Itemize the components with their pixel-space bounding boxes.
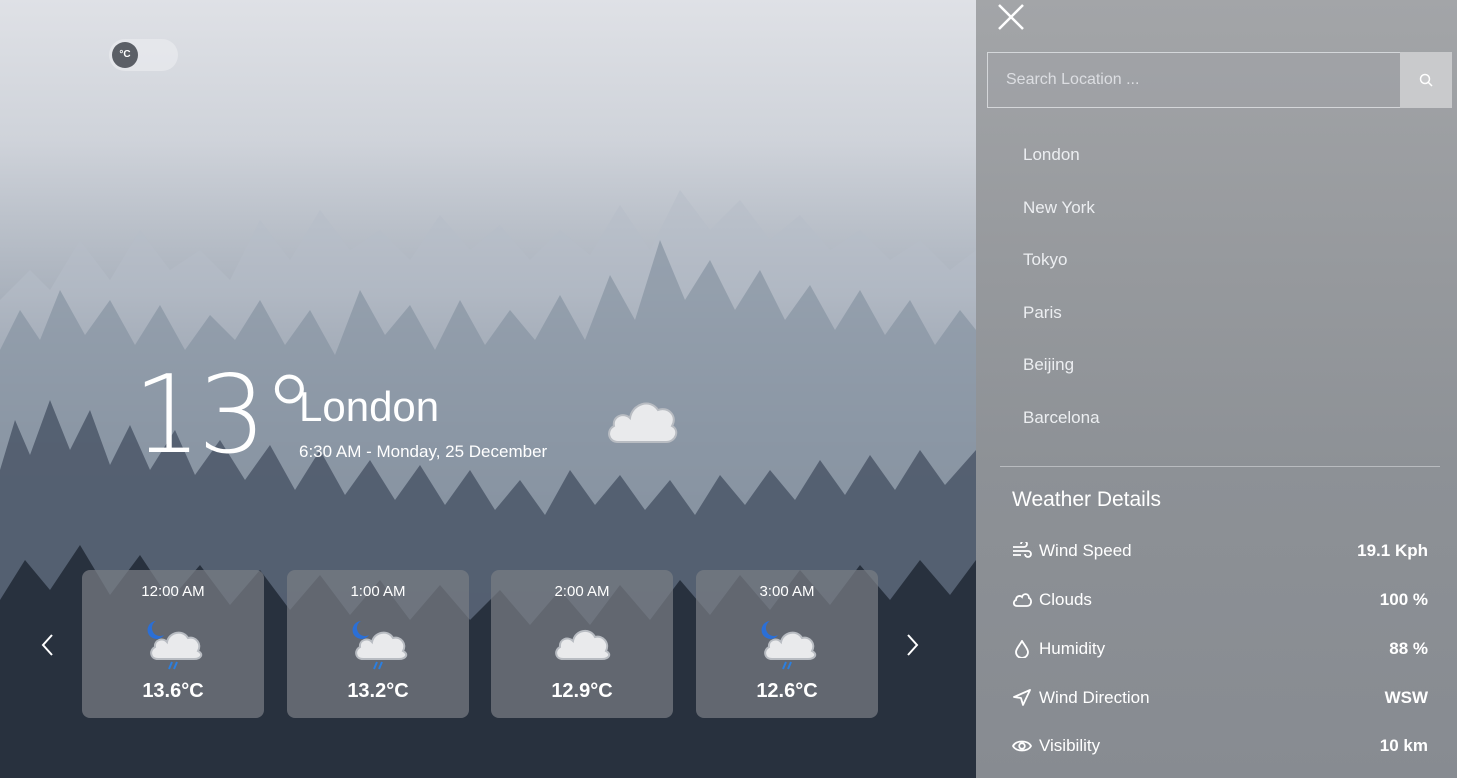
- panel-divider: [1000, 466, 1440, 467]
- search-input[interactable]: [987, 52, 1400, 108]
- weather-details-title: Weather Details: [1012, 488, 1162, 511]
- cloud-outline-icon: [1012, 591, 1032, 614]
- detail-value: 19.1 Kph: [1357, 541, 1428, 560]
- search-icon: [1419, 73, 1433, 87]
- night-rain-cloud-icon: [347, 615, 411, 676]
- location-item-paris[interactable]: Paris: [1023, 303, 1323, 333]
- detail-row-visibility: Visibility 10 km: [1011, 734, 1428, 760]
- forecast-time: 3:00 AM: [759, 583, 815, 600]
- detail-value: WSW: [1384, 688, 1428, 707]
- detail-label: Wind Speed: [1039, 541, 1132, 560]
- forecast-time: 1:00 AM: [350, 583, 406, 600]
- detail-value: 10 km: [1379, 736, 1428, 755]
- cloud-icon: [551, 615, 615, 676]
- location-item-barcelona[interactable]: Barcelona: [1023, 408, 1323, 438]
- droplet-icon: [1012, 639, 1032, 663]
- detail-value: 100 %: [1379, 590, 1428, 609]
- forecast-card[interactable]: 12:00 AM 13.6°C: [82, 570, 264, 718]
- detail-row-wind-direction: Wind Direction WSW: [1012, 686, 1428, 712]
- detail-label: Humidity: [1039, 639, 1106, 658]
- eye-icon: [1011, 737, 1033, 760]
- wind-icon: [1012, 540, 1032, 565]
- search-button[interactable]: [1400, 52, 1452, 108]
- detail-value: 88 %: [1389, 639, 1428, 658]
- location-item-tokyo[interactable]: Tokyo: [1023, 250, 1323, 280]
- night-rain-cloud-icon: [142, 615, 206, 676]
- current-datetime: 6:30 AM - Monday, 25 December: [299, 442, 548, 461]
- forecast-card[interactable]: 1:00 AM 13.2°C: [287, 570, 469, 718]
- forecast-temperature: 13.2°C: [347, 680, 409, 702]
- forecast-temperature: 12.9°C: [551, 680, 613, 702]
- unit-toggle[interactable]: °C: [109, 39, 178, 71]
- cloud-icon: [604, 392, 680, 453]
- detail-row-wind-speed: Wind Speed 19.1 Kph: [1012, 539, 1428, 565]
- location-item-new-york[interactable]: New York: [1023, 198, 1323, 228]
- current-city: London: [299, 383, 440, 430]
- forecast-time: 2:00 AM: [554, 583, 610, 600]
- detail-row-clouds: Clouds 100 %: [1012, 588, 1428, 614]
- current-temperature: 13°: [133, 353, 316, 478]
- unit-toggle-knob[interactable]: °C: [112, 42, 138, 68]
- detail-label: Visibility: [1039, 736, 1101, 755]
- forecast-card[interactable]: 2:00 AM 12.9°C: [491, 570, 673, 718]
- detail-row-humidity: Humidity 88 %: [1012, 637, 1428, 663]
- detail-label: Wind Direction: [1039, 688, 1150, 707]
- location-item-london[interactable]: London: [1023, 145, 1323, 175]
- chevron-right-icon[interactable]: [902, 630, 922, 660]
- chevron-left-icon[interactable]: [38, 630, 58, 660]
- close-icon[interactable]: [996, 2, 1026, 32]
- detail-label: Clouds: [1039, 590, 1092, 609]
- location-item-beijing[interactable]: Beijing: [1023, 355, 1323, 385]
- side-panel: London New York Tokyo Paris Beijing Barc…: [976, 0, 1457, 778]
- forecast-time: 12:00 AM: [141, 583, 205, 600]
- forecast-temperature: 13.6°C: [142, 680, 204, 702]
- background-scene: °C 13° London 6:30 AM - Monday, 25 Decem…: [0, 0, 976, 778]
- forecast-card[interactable]: 3:00 AM 12.6°C: [696, 570, 878, 718]
- night-rain-cloud-icon: [756, 615, 820, 676]
- forecast-temperature: 12.6°C: [756, 680, 818, 702]
- navigation-arrow-icon: [1012, 689, 1032, 712]
